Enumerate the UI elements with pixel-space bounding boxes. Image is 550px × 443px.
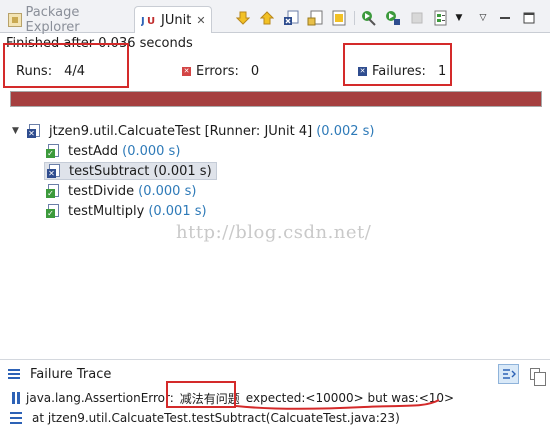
- next-failure-icon[interactable]: [234, 9, 252, 27]
- test-progress-fill: [11, 92, 541, 106]
- test-name: testMultiply: [68, 203, 145, 219]
- exception-class: java.lang.AssertionError:: [26, 391, 174, 405]
- test-class-time: (0.002 s): [316, 123, 375, 139]
- test-time: (0.000 s): [122, 143, 181, 159]
- test-passed-icon: ✓: [46, 143, 62, 159]
- svg-text:U: U: [147, 16, 155, 27]
- test-time: (0.001 s): [153, 163, 212, 179]
- test-failed-icon: ✕: [47, 163, 63, 179]
- runs-highlight-box: [3, 43, 129, 88]
- maximize-icon[interactable]: [520, 9, 538, 27]
- errors-counter: ✕ Errors: 0: [182, 64, 259, 79]
- previous-failure-icon[interactable]: [258, 9, 276, 27]
- scroll-lock-icon[interactable]: [306, 9, 324, 27]
- toolbar-separator: [354, 11, 355, 25]
- test-suite-failed-icon: ✕: [27, 123, 43, 139]
- test-passed-icon: ✓: [46, 203, 62, 219]
- test-time: (0.001 s): [148, 203, 207, 219]
- minimize-icon[interactable]: [496, 9, 514, 27]
- test-row-testAdd[interactable]: ✓ testAdd (0.000 s): [46, 142, 180, 160]
- view-menu-icon[interactable]: ▽: [474, 9, 492, 27]
- tab-junit[interactable]: J U JUnit ✕: [134, 6, 212, 33]
- close-icon[interactable]: ✕: [196, 14, 205, 27]
- tab-package-explorer[interactable]: Package Explorer: [0, 4, 133, 35]
- test-class-name: jtzen9.util.CalcuateTest: [49, 123, 201, 139]
- errors-label: Errors:: [196, 64, 239, 79]
- history-dropdown-icon[interactable]: ▼: [450, 9, 468, 27]
- test-row-testSubtract[interactable]: ✕ testSubtract (0.001 s): [44, 162, 217, 180]
- filter-stack-trace-button[interactable]: [498, 364, 519, 384]
- stack-trace-icon: [8, 369, 20, 379]
- watermark-text: http://blog.csdn.net/: [176, 222, 372, 243]
- failure-trace-header: Failure Trace: [8, 364, 111, 384]
- test-runner-label: [Runner: JUnit 4]: [204, 123, 313, 139]
- test-name: testSubtract: [69, 163, 150, 179]
- view-tab-bar: Package Explorer J U JUnit ✕ ▼ ▽: [0, 0, 550, 35]
- failures-highlight-box: [343, 43, 452, 86]
- tree-root-row[interactable]: ▼ ✕ jtzen9.util.CalcuateTest [Runner: JU…: [12, 122, 374, 140]
- message-highlight-box: [166, 381, 236, 408]
- test-time: (0.000 s): [138, 183, 197, 199]
- svg-text:J: J: [141, 16, 145, 27]
- exception-icon: [10, 391, 24, 405]
- trace-stack-row[interactable]: at jtzen9.util.CalcuateTest.testSubtract…: [10, 409, 400, 427]
- tab-package-explorer-label: Package Explorer: [25, 4, 80, 35]
- test-passed-icon: ✓: [46, 183, 62, 199]
- collapse-icon[interactable]: ▼: [12, 126, 22, 136]
- show-failures-only-icon[interactable]: [282, 9, 300, 27]
- errors-value: 0: [250, 64, 260, 79]
- show-skipped-icon[interactable]: [330, 9, 348, 27]
- test-row-testDivide[interactable]: ✓ testDivide (0.000 s): [46, 182, 196, 200]
- tab-junit-label: JUnit: [161, 12, 192, 28]
- junit-icon: J U: [140, 13, 157, 27]
- failure-trace-divider: [0, 359, 550, 360]
- test-row-testMultiply[interactable]: ✓ testMultiply (0.001 s): [46, 202, 207, 220]
- rerun-icon[interactable]: [360, 9, 378, 27]
- rerun-failed-first-icon[interactable]: [384, 9, 402, 27]
- error-icon: ✕: [182, 67, 191, 76]
- test-name: testAdd: [68, 143, 119, 159]
- copy-trace-icon[interactable]: [526, 364, 546, 386]
- test-name: testDivide: [68, 183, 135, 199]
- stack-frame-icon: [10, 412, 22, 424]
- history-icon[interactable]: [432, 9, 450, 27]
- package-explorer-icon: [8, 12, 22, 27]
- test-progress-bar: [10, 91, 542, 107]
- stop-icon[interactable]: [408, 9, 426, 27]
- stack-frame-text: at jtzen9.util.CalcuateTest.testSubtract…: [32, 411, 400, 425]
- failure-trace-title: Failure Trace: [30, 366, 112, 382]
